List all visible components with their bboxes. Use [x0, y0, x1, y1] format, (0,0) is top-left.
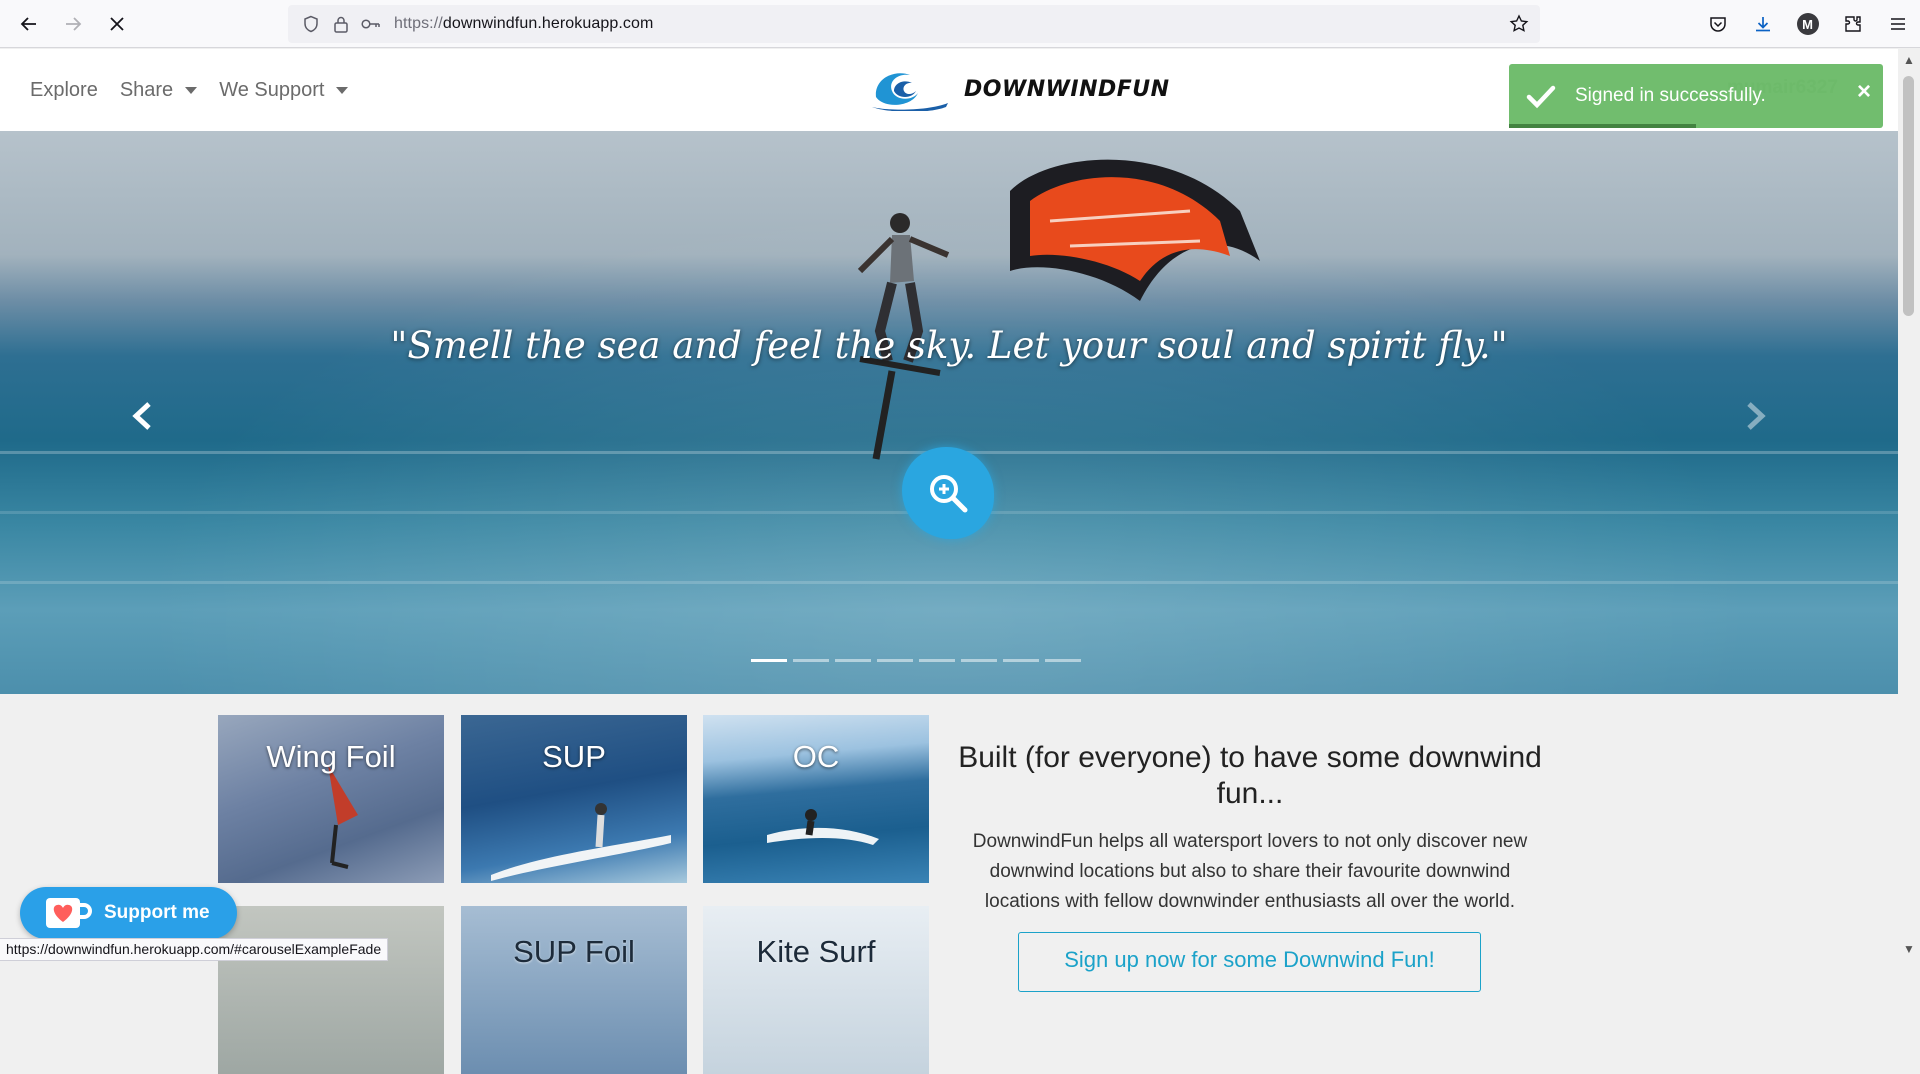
carousel-prev-button[interactable]	[122, 396, 162, 436]
lock-icon[interactable]	[326, 9, 356, 39]
menu-icon[interactable]	[1875, 0, 1920, 48]
scroll-down-arrow[interactable]: ▼	[1898, 939, 1920, 959]
carousel-indicator[interactable]	[1045, 659, 1081, 662]
wave-logo-icon	[872, 73, 948, 111]
carousel-indicator[interactable]	[793, 659, 829, 662]
nav-share-dropdown[interactable]: Share	[119, 79, 198, 102]
avatar: M	[1796, 13, 1819, 35]
toast-message: Signed in successfully.	[1575, 85, 1766, 106]
category-title: SUP	[542, 739, 606, 774]
toast-progress-bar	[1509, 124, 1696, 128]
wave-line	[0, 581, 1898, 584]
nav-links: Explore Share We Support	[30, 79, 349, 102]
carousel-indicator[interactable]	[835, 659, 871, 662]
category-card-sup[interactable]: SUP	[461, 715, 687, 883]
site-logo[interactable]: DOWNWINDFUN	[868, 67, 1170, 111]
carousel-next-button[interactable]	[1736, 396, 1776, 436]
scroll-up-arrow[interactable]: ▲	[1898, 50, 1920, 70]
forward-button[interactable]	[55, 6, 91, 42]
nav-we-support-label: We Support	[219, 79, 325, 101]
toast-success: Signed in successfully. ×	[1509, 64, 1883, 128]
url-text[interactable]: https://downwindfun.herokuapp.com	[394, 15, 653, 33]
category-title: SUP Foil	[513, 934, 635, 969]
key-icon[interactable]	[356, 9, 386, 39]
carousel-indicator[interactable]	[919, 659, 955, 662]
explore-search-button[interactable]	[902, 447, 994, 539]
url-host: downwindfun.herokuapp.com	[442, 15, 654, 32]
sup-photo	[491, 803, 671, 881]
category-card-kite-surf[interactable]: Kite Surf	[703, 906, 929, 1074]
category-title: Kite Surf	[756, 934, 876, 969]
category-card-sup-foil[interactable]: SUP Foil	[461, 906, 687, 1074]
arrow-right-icon	[66, 16, 82, 31]
hero-quote: "Smell the sea and feel the sky. Let you…	[390, 324, 1508, 367]
nav-we-support-dropdown[interactable]: We Support	[219, 79, 349, 102]
category-card-wing-foil[interactable]: Wing Foil	[218, 715, 444, 883]
toast-close-button[interactable]: ×	[1857, 78, 1871, 106]
category-title: Wing Foil	[266, 739, 396, 774]
coffee-cup-heart-icon	[46, 898, 92, 928]
arrow-left-icon	[20, 16, 36, 31]
search-icon	[930, 475, 968, 513]
intro-heading: Built (for everyone) to have some downwi…	[958, 741, 1542, 810]
extensions-icon[interactable]	[1830, 0, 1875, 48]
back-button[interactable]	[11, 6, 47, 42]
browser-toolbar: https://downwindfun.herokuapp.com M	[0, 0, 1920, 48]
account-button[interactable]: M	[1785, 0, 1830, 48]
carousel-indicators	[751, 659, 1081, 662]
carousel-indicator[interactable]	[877, 659, 913, 662]
support-me-label: Support me	[104, 902, 210, 923]
hero-carousel: "Smell the sea and feel the sky. Let you…	[0, 131, 1898, 694]
downloads-icon[interactable]	[1740, 0, 1785, 48]
url-scheme: https://	[394, 15, 443, 32]
carousel-indicator[interactable]	[751, 659, 787, 662]
shield-icon[interactable]	[296, 9, 326, 39]
nav-share-label: Share	[119, 79, 174, 101]
page-scrollbar[interactable]: ▲ ▼	[1898, 48, 1920, 961]
wing-kite-image	[1010, 159, 1260, 301]
intro-section: Built (for everyone) to have some downwi…	[955, 740, 1545, 917]
category-title: OC	[792, 739, 840, 774]
bookmark-star-icon[interactable]	[1504, 9, 1534, 39]
nav-explore[interactable]: Explore	[30, 79, 98, 102]
intro-body: DownwindFun helps all watersport lovers …	[972, 831, 1528, 912]
oc-photo	[767, 809, 879, 845]
carousel-indicator[interactable]	[961, 659, 997, 662]
close-icon	[110, 16, 124, 31]
toolbar-right: M	[1695, 0, 1920, 48]
support-me-button[interactable]: Support me	[20, 887, 237, 939]
caret-down-icon	[336, 87, 349, 94]
chevron-right-icon	[1747, 402, 1766, 430]
signup-cta-button[interactable]: Sign up now for some Downwind Fun!	[1018, 932, 1481, 992]
logo-text: DOWNWINDFUN	[964, 76, 1170, 102]
carousel-indicator[interactable]	[1003, 659, 1039, 662]
address-bar[interactable]: https://downwindfun.herokuapp.com	[288, 5, 1540, 43]
nav-explore-label: Explore	[30, 79, 98, 101]
scroll-thumb[interactable]	[1903, 76, 1914, 316]
category-card-oc[interactable]: OC	[703, 715, 929, 883]
checkmark-icon	[1526, 85, 1556, 109]
main-content: Wing Foil SUP OC SUP Foil Kite Surf Buil…	[0, 694, 1898, 1074]
caret-down-icon	[185, 87, 198, 94]
chevron-left-icon	[132, 402, 151, 430]
status-bar-link: https://downwindfun.herokuapp.com/#carou…	[0, 938, 389, 961]
category-card[interactable]	[218, 906, 444, 1074]
stop-button[interactable]	[99, 6, 135, 42]
pocket-icon[interactable]	[1695, 0, 1740, 48]
